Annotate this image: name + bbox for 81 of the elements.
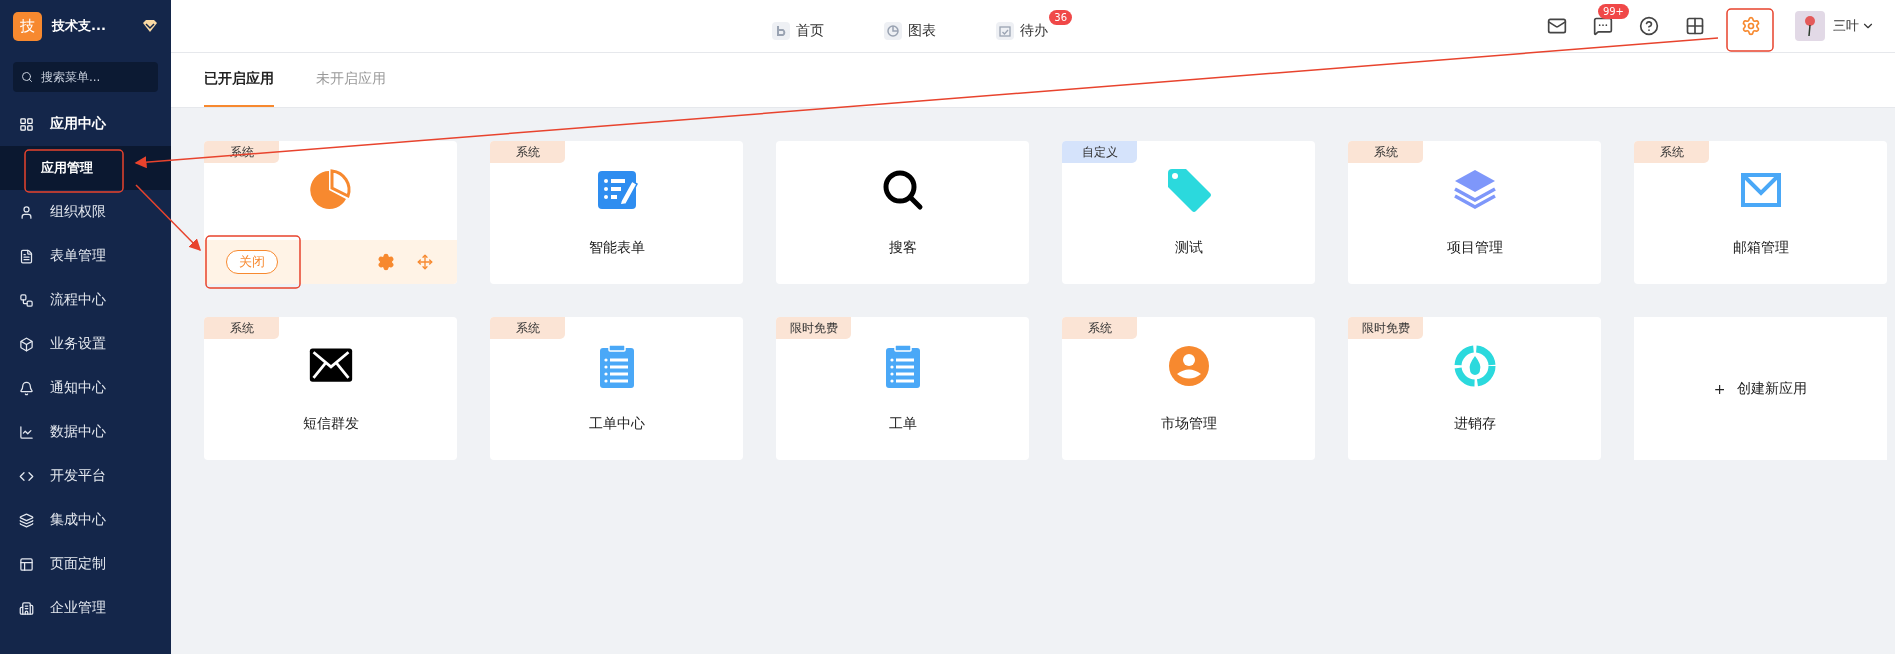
menu-icon [19, 512, 34, 528]
menu-icon [19, 556, 34, 572]
pie-chart-icon [884, 22, 902, 40]
mail-icon [1547, 16, 1567, 36]
nav-label: 待办 [1020, 22, 1048, 40]
app-name: 进销存 [1453, 415, 1496, 433]
app-card[interactable]: 系统 智能表单 [490, 141, 743, 284]
user-avatar[interactable] [1795, 11, 1825, 41]
app-card[interactable]: 限时免费 工单 [776, 317, 1029, 460]
menu-item[interactable]: 应用中心 [0, 102, 171, 146]
menu-search-input[interactable]: 搜索菜单... [39, 69, 150, 85]
app-card[interactable]: 自定义 测试 [1062, 141, 1315, 284]
menu-item[interactable]: 流程中心 [0, 278, 171, 322]
app-name: 工单 [888, 415, 917, 433]
annotation-arrow [135, 184, 202, 252]
menu-icon [19, 380, 34, 396]
app-name: 短信群发 [302, 415, 359, 433]
search-icon [21, 70, 33, 84]
menu-item[interactable]: 组织权限 [0, 190, 171, 234]
brand-logo: 技 [13, 11, 42, 41]
app-name: 工单中心 [588, 415, 645, 433]
app-tag: 系统 [1062, 317, 1137, 339]
menu-item[interactable]: 开发平台 [0, 454, 171, 498]
app-tag: 系统 [490, 141, 565, 163]
menu-item[interactable]: 表单管理 [0, 234, 171, 278]
app-name: 邮箱管理 [1732, 239, 1789, 257]
chat-icon [1593, 16, 1613, 36]
app-tag: 限时免费 [1348, 317, 1423, 339]
menu-icon [19, 336, 34, 352]
app-tag: 系统 [490, 317, 565, 339]
app-tag: 系统 [1634, 141, 1709, 163]
menu-icon [19, 292, 34, 308]
app-card[interactable]: 限时免费 进销存 [1348, 317, 1601, 460]
menu-item[interactable]: 数据中心 [0, 410, 171, 454]
settings-icon [1741, 16, 1761, 36]
tab[interactable]: 已开启应用 [204, 53, 274, 107]
nav-label: 图表 [908, 22, 936, 40]
nav-link[interactable]: 待办 36 [996, 10, 1072, 42]
brand-name: 技术支... [52, 17, 107, 35]
app-card[interactable]: 搜客 [776, 141, 1029, 284]
menu-icon [19, 204, 34, 220]
create-app-card[interactable]: + 创建新应用 [1634, 317, 1887, 460]
menu-item[interactable]: 通知中心 [0, 366, 171, 410]
menu-item[interactable]: 企业管理 [0, 586, 171, 630]
nav-link[interactable]: 图表 [884, 10, 960, 42]
app-tag: 系统 [1348, 141, 1423, 163]
menu-search-field[interactable]: 搜索菜单... [13, 62, 158, 92]
home-icon [772, 22, 790, 40]
count-badge: 99+ [1597, 4, 1629, 19]
app-name: 项目管理 [1446, 239, 1503, 257]
app-name: 搜客 [888, 239, 917, 257]
app-name: 市场管理 [1160, 415, 1217, 433]
user-menu[interactable]: 三叶 [1833, 17, 1875, 35]
submenu-item[interactable]: 应用管理 [0, 146, 171, 190]
app-card[interactable]: 系统 短信群发 [204, 317, 457, 460]
app-name: 智能表单 [588, 239, 645, 257]
menu-icon [19, 116, 34, 132]
menu-item[interactable]: 集成中心 [0, 498, 171, 542]
app-card[interactable]: 系统 市场管理 [1062, 317, 1315, 460]
highlight-frame [1726, 8, 1774, 52]
menu-item[interactable]: 业务设置 [0, 322, 171, 366]
app-name: 测试 [1174, 239, 1203, 257]
tag-icon [1165, 167, 1212, 213]
app-tag: 系统 [204, 317, 279, 339]
menu-item[interactable]: 页面定制 [0, 542, 171, 586]
diamond-icon [142, 19, 158, 33]
menu-icon [19, 248, 34, 264]
app-card[interactable]: 系统 项目管理 [1348, 141, 1601, 284]
calendar-icon [996, 22, 1014, 40]
app-tag: 限时免费 [776, 317, 851, 339]
app-card[interactable]: 系统 邮箱管理 [1634, 141, 1887, 284]
count-badge: 36 [1049, 10, 1072, 25]
nav-label: 首页 [796, 22, 824, 40]
menu-icon [19, 600, 34, 616]
app-tag: 自定义 [1062, 141, 1137, 163]
app-card[interactable]: 系统 工单中心 [490, 317, 743, 460]
nav-link[interactable]: 首页 [772, 10, 848, 42]
menu-icon [19, 424, 34, 440]
help-button[interactable] [1637, 14, 1661, 38]
help-icon [1639, 16, 1659, 36]
grid-icon [1685, 16, 1705, 36]
